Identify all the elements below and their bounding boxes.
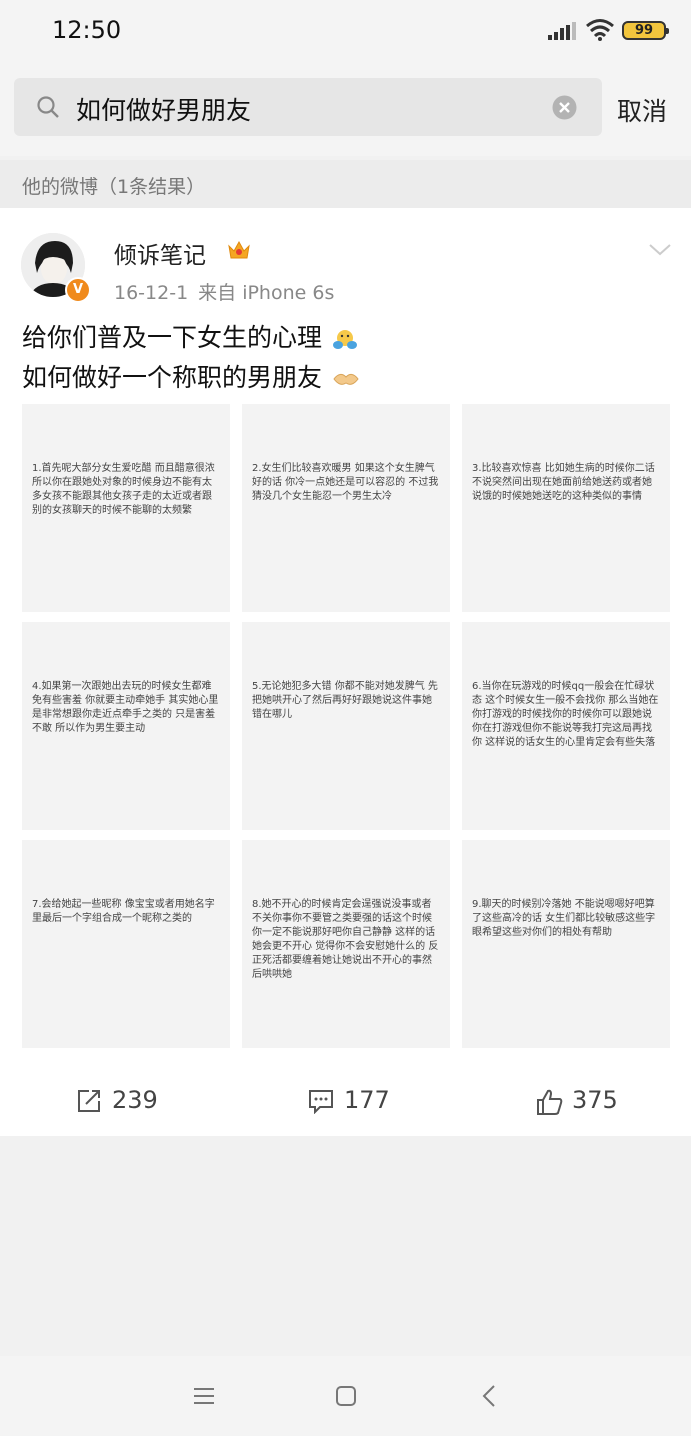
status-time: 12:50: [52, 16, 122, 44]
search-input[interactable]: 如何做好男朋友: [14, 78, 602, 136]
battery-icon: 99: [622, 21, 669, 40]
post-meta: 16-12-1 来自 iPhone 6s: [114, 278, 334, 305]
results-header: 他的微博（1条结果）: [0, 160, 691, 208]
comment-count: 177: [344, 1086, 390, 1114]
grid-image-8[interactable]: 8.她不开心的时候肯定会逞强说没事或者不关你事你不要管之类要强的话这个时候你一定…: [242, 840, 450, 1048]
image-grid: 1.首先呢大部分女生爱吃醋 而且醋意很浓 所以你在跟她处对象的时候身边不能有太多…: [22, 404, 670, 1052]
navigation-bar: [0, 1356, 691, 1436]
grid-image-5[interactable]: 5.无论她犯多大错 你都不能对她发脾气 先把她哄开心了然后再好好跟她说这件事她错…: [242, 622, 450, 830]
grid-image-3[interactable]: 3.比较喜欢惊喜 比如她生病的时候你二话不说突然间出现在她面前给她送药或者她说饿…: [462, 404, 670, 612]
back-icon[interactable]: [476, 1382, 504, 1410]
like-count: 375: [572, 1086, 618, 1114]
grid-image-6[interactable]: 6.当你在玩游戏的时候qq一般会在忙碌状态 这个时候女生一般不会找你 那么当她在…: [462, 622, 670, 830]
clear-icon[interactable]: [552, 95, 577, 120]
vip-crown-icon: [228, 240, 250, 259]
grid-image-1[interactable]: 1.首先呢大部分女生爱吃醋 而且醋意很浓 所以你在跟她处对象的时候身边不能有太多…: [22, 404, 230, 612]
repost-icon: [78, 1090, 100, 1112]
post-text-1: 给你们普及一下女生的心理: [22, 323, 323, 352]
comment-icon: [309, 1090, 333, 1114]
action-bar: 239 177 375: [0, 1068, 691, 1136]
menu-icon[interactable]: [190, 1382, 218, 1410]
thumbs-up-icon: [537, 1089, 563, 1115]
repost-button[interactable]: 239: [76, 1086, 166, 1118]
username[interactable]: 倾诉笔记: [114, 236, 206, 270]
grid-image-4[interactable]: 4.如果第一次跟她出去玩的时候女生都难免有些害羞 你就要主动牵她手 其实她心里是…: [22, 622, 230, 830]
search-icon: [37, 96, 59, 118]
verified-badge-icon: V: [65, 277, 91, 303]
search-bar: 如何做好男朋友 取消: [0, 64, 691, 156]
cancel-button[interactable]: 取消: [617, 92, 667, 128]
emoji-hands-icon: [332, 330, 357, 349]
battery-level: 99: [634, 23, 654, 38]
signal-icon: [548, 22, 576, 40]
grid-image-7[interactable]: 7.会给她起一些昵称 像宝宝或者用她名字里最后一个字组合成一个昵称之类的: [22, 840, 230, 1048]
grid-image-2[interactable]: 2.女生们比较喜欢暖男 如果这个女生脾气好的话 你冷一点她还是可以容忍的 不过我…: [242, 404, 450, 612]
post-source: 来自 iPhone 6s: [198, 282, 335, 304]
grid-image-9[interactable]: 9.聊天的时候别冷落她 不能说嗯嗯好吧算了这些高冷的话 女生们都比较敏感这些字眼…: [462, 840, 670, 1048]
post-card[interactable]: V 倾诉笔记 16-12-1 来自 iPhone 6s 给你们普及一下女生的心理 …: [0, 208, 691, 1136]
post-text-line-2: 如何做好一个称职的男朋友: [22, 358, 360, 394]
home-icon[interactable]: [332, 1382, 360, 1410]
search-query: 如何做好男朋友: [76, 96, 252, 125]
results-count: 他的微博（1条结果）: [22, 176, 206, 198]
wifi-icon: [586, 19, 614, 41]
status-bar: 12:50 99: [0, 0, 691, 64]
post-text-2: 如何做好一个称职的男朋友: [22, 363, 323, 392]
like-button[interactable]: 375: [536, 1086, 626, 1118]
comment-button[interactable]: 177: [308, 1086, 398, 1118]
emoji-handshake-icon: [333, 373, 359, 385]
chevron-down-icon[interactable]: [648, 243, 672, 257]
post-date: 16-12-1: [114, 282, 189, 304]
repost-count: 239: [112, 1086, 158, 1114]
post-text-line-1: 给你们普及一下女生的心理: [22, 318, 358, 354]
